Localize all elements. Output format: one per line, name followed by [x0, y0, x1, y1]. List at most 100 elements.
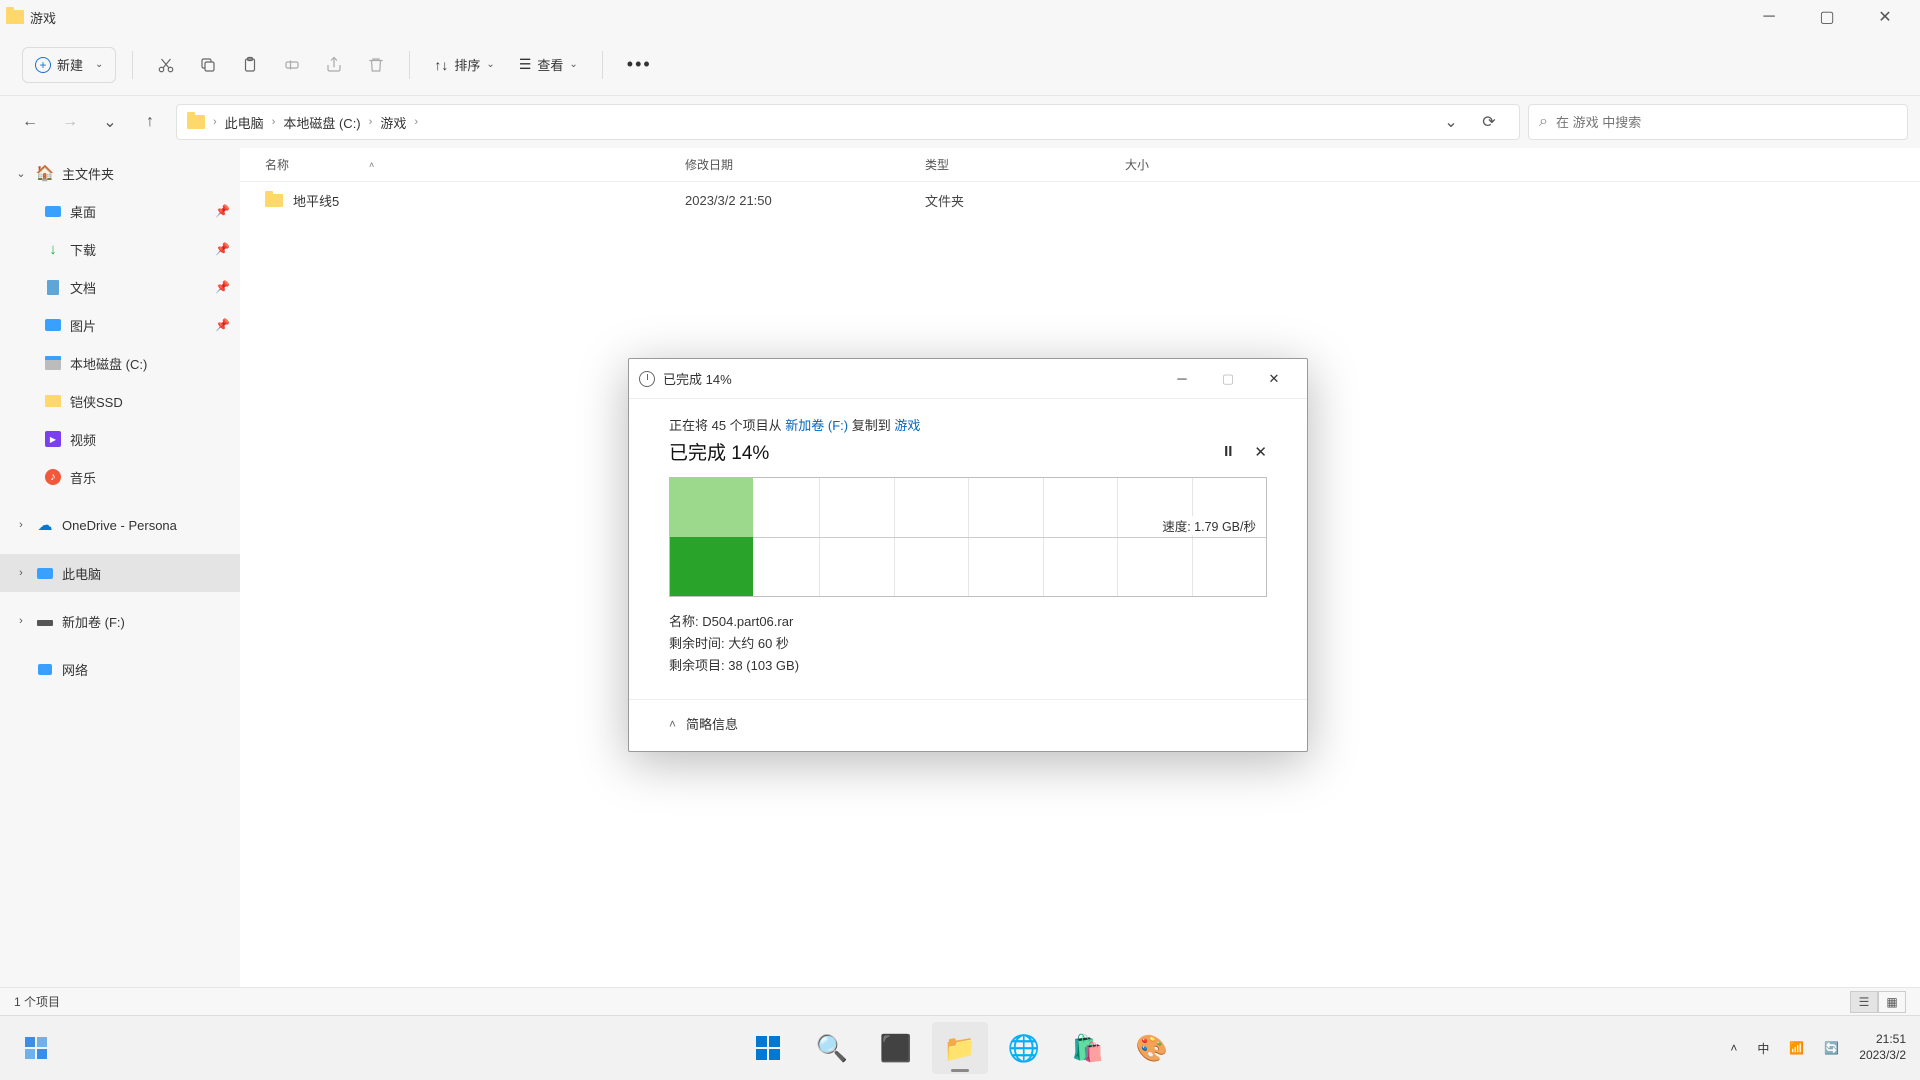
details-view-button[interactable]: ☰: [1850, 991, 1878, 1013]
list-header[interactable]: 名称 ˄ 修改日期 类型 大小: [240, 148, 1920, 182]
titlebar[interactable]: 游戏 ─ ▢ ✕: [0, 0, 1920, 34]
window-title: 游戏: [30, 8, 56, 27]
separator: [602, 51, 603, 79]
sidebar-item-label: 新加卷 (F:): [62, 612, 125, 631]
cut-button[interactable]: [149, 45, 183, 85]
taskview-button[interactable]: ⬛: [868, 1022, 924, 1074]
sidebar-item-label: 下载: [70, 240, 96, 259]
speed-chart: 速度: 1.79 GB/秒: [669, 477, 1267, 597]
sidebar-item-home[interactable]: ⌄主文件夹: [0, 154, 240, 192]
breadcrumb[interactable]: › 此电脑 › 本地磁盘 (C:) › 游戏 › ⌄ ⟳: [176, 104, 1520, 140]
sort-arrow-icon: ˄: [369, 160, 374, 170]
widgets-button[interactable]: [14, 1026, 58, 1070]
list-item[interactable]: 地平线5 2023/3/2 21:50 文件夹: [240, 182, 1920, 218]
source-link[interactable]: 新加卷 (F:): [785, 418, 848, 433]
clock-date: 2023/3/2: [1859, 1048, 1906, 1064]
close-button[interactable]: ✕: [1251, 359, 1297, 399]
sidebar-item-video[interactable]: 视频: [0, 420, 240, 458]
tray-chevron-icon[interactable]: ˄: [1730, 1041, 1737, 1055]
chevron-right-icon: ›: [367, 116, 375, 128]
sidebar-item-label: 本地磁盘 (C:): [70, 354, 147, 373]
col-name[interactable]: 名称: [265, 156, 289, 173]
breadcrumb-part[interactable]: 此电脑: [221, 113, 268, 132]
refresh-button[interactable]: ⟳: [1471, 104, 1507, 140]
sidebar-item-network[interactable]: ›网络: [0, 650, 240, 688]
edge-taskbar-icon[interactable]: 🌐: [996, 1022, 1052, 1074]
breadcrumb-part[interactable]: 游戏: [376, 113, 410, 132]
sidebar-item-pictures[interactable]: 图片📌: [0, 306, 240, 344]
col-type[interactable]: 类型: [925, 156, 1125, 173]
plus-icon: +: [35, 57, 51, 73]
copy-description: 正在将 45 个项目从 新加卷 (F:) 复制到 游戏: [669, 415, 1267, 434]
sidebar-item-localdisk[interactable]: 本地磁盘 (C:): [0, 344, 240, 382]
search-icon: ⌕: [1539, 113, 1548, 131]
explorer-taskbar-icon[interactable]: 📁: [932, 1022, 988, 1074]
share-button[interactable]: [317, 45, 351, 85]
search-input[interactable]: [1556, 115, 1897, 130]
new-button[interactable]: + 新建 ⌄: [22, 47, 116, 83]
sidebar-item-thispc[interactable]: ›此电脑: [0, 554, 240, 592]
sidebar-item-downloads[interactable]: 下载📌: [0, 230, 240, 268]
minimize-button[interactable]: ─: [1740, 0, 1798, 34]
col-size[interactable]: 大小: [1125, 156, 1920, 173]
speed-label: 速度: 1.79 GB/秒: [1160, 516, 1258, 535]
sidebar: ⌄主文件夹 桌面📌 下载📌 文档📌 图片📌 本地磁盘 (C:) 铠侠SSD 视频…: [0, 148, 240, 987]
search-button[interactable]: 🔍: [804, 1022, 860, 1074]
cancel-button[interactable]: ✕: [1254, 443, 1267, 461]
wifi-icon[interactable]: 📶: [1789, 1041, 1804, 1055]
items-remaining: 38 (103 GB): [728, 658, 799, 673]
drive-icon: [36, 612, 54, 630]
sidebar-item-label: 文档: [70, 278, 96, 297]
recent-button[interactable]: ⌄: [92, 104, 128, 140]
ime-indicator[interactable]: 中: [1757, 1040, 1769, 1057]
minimize-button[interactable]: ─: [1159, 359, 1205, 399]
sidebar-item-label: 桌面: [70, 202, 96, 221]
store-taskbar-icon[interactable]: 🛍️: [1060, 1022, 1116, 1074]
chevron-right-icon: ›: [270, 116, 278, 128]
paste-button[interactable]: [233, 45, 267, 85]
sync-icon[interactable]: 🔄: [1824, 1041, 1839, 1055]
sidebar-item-desktop[interactable]: 桌面📌: [0, 192, 240, 230]
view-button[interactable]: ☰ 查看 ⌄: [511, 45, 586, 85]
icons-view-button[interactable]: ▦: [1878, 991, 1906, 1013]
search-box[interactable]: ⌕: [1528, 104, 1908, 140]
clock[interactable]: 21:51 2023/3/2: [1859, 1032, 1906, 1063]
system-tray[interactable]: ˄ 中 📶 🔄 21:51 2023/3/2: [1730, 1032, 1920, 1063]
sort-button[interactable]: ↑↓ 排序 ⌄: [426, 45, 502, 85]
copy-button[interactable]: [191, 45, 225, 85]
current-file: D504.part06.rar: [702, 614, 793, 629]
sidebar-item-music[interactable]: 音乐: [0, 458, 240, 496]
maximize-button[interactable]: ▢: [1798, 0, 1856, 34]
rename-button[interactable]: [275, 45, 309, 85]
paint-taskbar-icon[interactable]: 🎨: [1124, 1022, 1180, 1074]
sidebar-item-documents[interactable]: 文档📌: [0, 268, 240, 306]
pc-icon: [36, 564, 54, 582]
sidebar-item-onedrive[interactable]: ›OneDrive - Persona: [0, 506, 240, 544]
music-icon: [44, 468, 62, 486]
dest-link[interactable]: 游戏: [894, 418, 920, 433]
delete-button[interactable]: [359, 45, 393, 85]
close-button[interactable]: ✕: [1856, 0, 1914, 34]
breadcrumb-part[interactable]: 本地磁盘 (C:): [279, 113, 364, 132]
up-button[interactable]: ↑: [132, 104, 168, 140]
more-button[interactable]: •••: [619, 45, 660, 85]
back-button[interactable]: ←: [12, 104, 48, 140]
windows-icon: [756, 1036, 780, 1060]
toggle-details[interactable]: ˄ 简略信息: [629, 699, 1307, 751]
taskbar: 🔍 ⬛ 📁 🌐 🛍️ 🎨 ˄ 中 📶 🔄 21:51 2023/3/2: [0, 1015, 1920, 1080]
dialog-titlebar[interactable]: 已完成 14% ─ ▢ ✕: [629, 359, 1307, 399]
nav-arrows: ← → ⌄ ↑: [12, 104, 168, 140]
start-button[interactable]: [740, 1022, 796, 1074]
new-label: 新建: [57, 55, 83, 74]
pause-button[interactable]: II: [1224, 443, 1232, 461]
history-dropdown[interactable]: ⌄: [1433, 104, 1469, 140]
sidebar-item-newvol[interactable]: ›新加卷 (F:): [0, 602, 240, 640]
copy-dialog: 已完成 14% ─ ▢ ✕ 正在将 45 个项目从 新加卷 (F:) 复制到 游…: [628, 358, 1308, 752]
folder-icon: [44, 392, 62, 410]
chevron-down-icon: ⌄: [95, 59, 103, 70]
forward-button[interactable]: →: [52, 104, 88, 140]
sidebar-item-kx[interactable]: 铠侠SSD: [0, 382, 240, 420]
maximize-button[interactable]: ▢: [1205, 359, 1251, 399]
statusbar: 1 个项目 ☰ ▦: [0, 987, 1920, 1015]
col-date[interactable]: 修改日期: [685, 156, 925, 173]
